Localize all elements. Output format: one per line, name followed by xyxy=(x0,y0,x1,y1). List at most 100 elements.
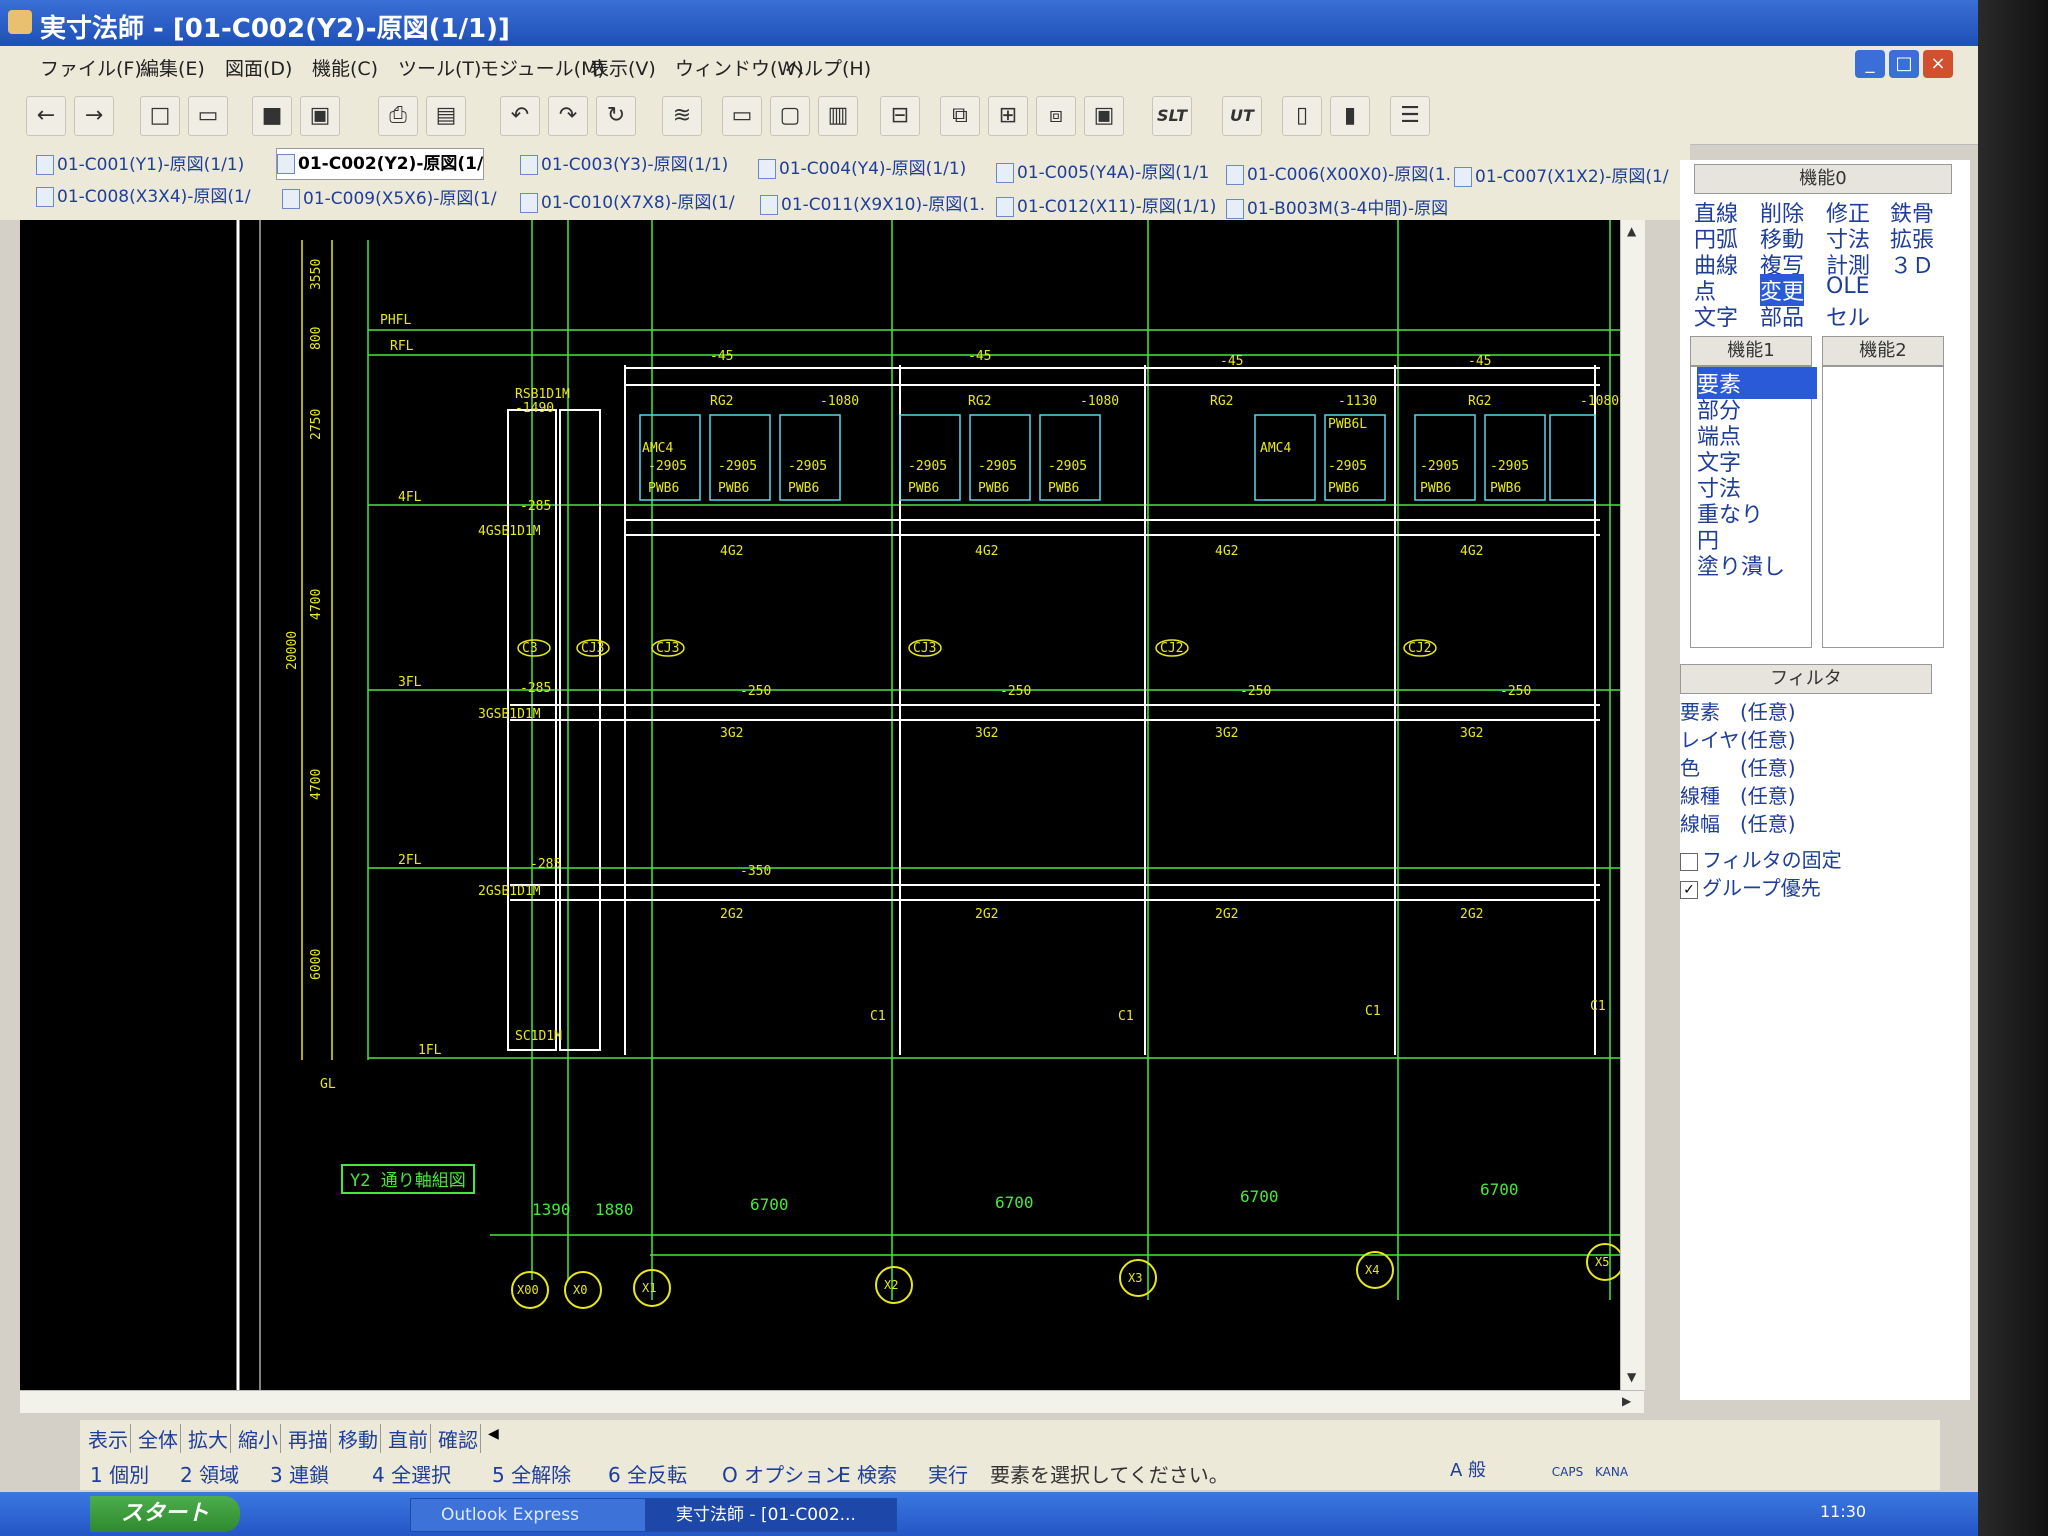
checkbox-icon xyxy=(1680,852,1698,871)
menu-drawing[interactable]: 図面(D) xyxy=(225,54,292,81)
menu-tool[interactable]: ツール(T) xyxy=(398,54,481,81)
menu-view[interactable]: 表示(V) xyxy=(590,54,656,81)
cmd-all[interactable]: 全体 xyxy=(136,1424,181,1453)
doc-tab[interactable]: 01-C010(X7X8)-原図(1/ xyxy=(520,188,735,218)
open-folder-icon[interactable]: ▭ xyxy=(188,96,228,136)
cmd-individual[interactable]: 1 個別 xyxy=(90,1459,149,1488)
back-arrow-icon[interactable]: ← xyxy=(26,96,66,136)
print-icon[interactable]: ⎙ xyxy=(378,96,418,136)
doc-tab[interactable]: 01-C005(Y4A)-原図(1/1 xyxy=(996,158,1209,188)
menu-edit[interactable]: 編集(E) xyxy=(140,54,205,81)
menu-function[interactable]: 機能(C) xyxy=(312,54,378,81)
close-icon[interactable]: × xyxy=(1923,50,1953,78)
view-command-bar: 表示 全体 拡大 縮小 再描 移動 直前 確認 ◀ xyxy=(80,1420,1940,1454)
settings-list-icon[interactable]: ☰ xyxy=(1390,96,1430,136)
cmd-deselect-all[interactable]: 5 全解除 xyxy=(492,1459,571,1488)
cmd-chain[interactable]: 3 連鎖 xyxy=(270,1459,329,1488)
doc-tab[interactable]: 01-C003(Y3)-原図(1/1) xyxy=(520,150,728,180)
door-open-icon[interactable]: ▯ xyxy=(1282,96,1322,136)
func-ole[interactable]: OLE xyxy=(1826,274,1869,299)
cmd-search[interactable]: E 検索 xyxy=(838,1459,897,1488)
window-icon-b[interactable]: ▥ xyxy=(818,96,858,136)
horizontal-scrollbar[interactable]: ▶ xyxy=(20,1390,1644,1413)
cmd-select-all[interactable]: 4 全選択 xyxy=(372,1459,451,1488)
func-cell[interactable]: セル xyxy=(1826,300,1870,332)
cmd-options[interactable]: O オプション xyxy=(722,1459,844,1488)
column-label: CJ2 xyxy=(1408,641,1431,656)
scroll-down-icon[interactable]: ▼ xyxy=(1627,1370,1636,1384)
align-icon[interactable]: ⊟ xyxy=(880,96,920,136)
forward-arrow-icon[interactable]: → xyxy=(74,96,114,136)
filter-row[interactable]: 線幅 (任意) xyxy=(1680,808,1930,836)
print-preview-icon[interactable]: ▤ xyxy=(426,96,466,136)
save-all-icon[interactable]: ▣ xyxy=(300,96,340,136)
tile-icon[interactable]: ⧉ xyxy=(940,96,980,136)
func-text[interactable]: 文字 xyxy=(1694,300,1738,332)
save-icon[interactable]: ■ xyxy=(252,96,292,136)
undo-icon[interactable]: ↶ xyxy=(500,96,540,136)
slt-button[interactable]: SLT xyxy=(1152,96,1192,136)
new-file-icon[interactable]: □ xyxy=(140,96,180,136)
list-item[interactable]: 塗り潰し xyxy=(1697,549,1785,581)
vertical-scrollbar[interactable]: ▲ ▼ xyxy=(1620,220,1645,1390)
group-priority-checkbox[interactable]: ✓ グループ優先 xyxy=(1680,872,1821,901)
doc-tab[interactable]: 01-C012(X11)-原図(1/1) xyxy=(996,192,1216,222)
door-exit-icon[interactable]: ▮ xyxy=(1330,96,1370,136)
cascade-icon[interactable]: ⧈ xyxy=(1036,96,1076,136)
cmd-redraw[interactable]: 再描 xyxy=(286,1424,331,1453)
func2-list[interactable] xyxy=(1822,366,1944,648)
doc-tab[interactable]: 01-C001(Y1)-原図(1/1) xyxy=(36,150,244,180)
repeat-icon[interactable]: ↻ xyxy=(596,96,636,136)
func1-list[interactable]: 要素 部分 端点 文字 寸法 重なり 円 塗り潰し xyxy=(1690,366,1817,648)
func-parts[interactable]: 部品 xyxy=(1760,300,1804,332)
menu-module[interactable]: モジュール(M) xyxy=(480,54,605,81)
grid-icon[interactable]: ⊞ xyxy=(988,96,1028,136)
redo-icon[interactable]: ↷ xyxy=(548,96,588,136)
member-label: PWB6 xyxy=(978,481,1009,496)
cad-drawing: PHFL RFL 4FL 3FL 2FL 1FL GL 3550 800 275… xyxy=(236,220,1620,1410)
layer-icon[interactable]: ≋ xyxy=(662,96,702,136)
column-label: C1 xyxy=(870,1009,886,1024)
window-icon-a[interactable]: ▢ xyxy=(770,96,810,136)
doc-tab[interactable]: 01-C009(X5X6)-原図(1/ xyxy=(282,184,497,214)
doc-tab-active[interactable]: 01-C002(Y2)-原図(1/ xyxy=(276,148,485,180)
maximize-icon[interactable]: □ xyxy=(1889,50,1919,78)
doc-tab[interactable]: 01-C004(Y4)-原図(1/1) xyxy=(758,154,966,184)
cmd-area[interactable]: 2 領域 xyxy=(180,1459,239,1488)
cmd-execute[interactable]: 実行 xyxy=(928,1459,968,1488)
filter-row[interactable]: 線種 (任意) xyxy=(1680,780,1930,808)
doc-tab[interactable]: 01-C007(X1X2)-原図(1/ xyxy=(1454,162,1669,192)
cmdbar-arrow-icon[interactable]: ◀ xyxy=(488,1426,499,1442)
member-label: -285 xyxy=(520,499,551,514)
minimize-icon[interactable]: _ xyxy=(1855,50,1885,78)
menu-help[interactable]: ヘルプ(H) xyxy=(785,54,871,81)
scroll-right-icon[interactable]: ▶ xyxy=(1622,1394,1631,1408)
filter-row[interactable]: 要素 (任意) xyxy=(1680,696,1930,724)
cmd-zoom-out[interactable]: 縮小 xyxy=(236,1424,281,1453)
ut-button[interactable]: UT xyxy=(1222,96,1262,136)
menu-file[interactable]: ファイル(F) xyxy=(40,54,142,81)
filter-row[interactable]: レイヤ(任意) xyxy=(1680,724,1930,752)
cmd-pan[interactable]: 移動 xyxy=(336,1424,381,1453)
start-button[interactable]: スタート xyxy=(90,1496,240,1532)
cmd-invert[interactable]: 6 全反転 xyxy=(608,1459,687,1488)
func-3d[interactable]: ３Ｄ xyxy=(1890,248,1934,280)
scroll-up-icon[interactable]: ▲ xyxy=(1627,224,1636,238)
cad-canvas[interactable]: PHFL RFL 4FL 3FL 2FL 1FL GL 3550 800 275… xyxy=(20,220,1620,1410)
beam-label: 3G2 xyxy=(720,726,743,741)
fix-filter-checkbox[interactable]: フィルタの固定 xyxy=(1680,844,1842,873)
cmd-previous[interactable]: 直前 xyxy=(386,1424,431,1453)
doc-tab[interactable]: 01-C006(X00X0)-原図(1. xyxy=(1226,160,1451,190)
ime-indicator[interactable]: A 般 xyxy=(1450,1460,1486,1481)
task-jissun[interactable]: 実寸法師 - [01-C002... xyxy=(645,1498,897,1532)
doc-tab[interactable]: 01-C011(X9X10)-原図(1. xyxy=(760,190,985,220)
filter-row[interactable]: 色 (任意) xyxy=(1680,752,1930,780)
cmd-zoom-in[interactable]: 拡大 xyxy=(186,1424,231,1453)
doc-tab[interactable]: 01-C008(X3X4)-原図(1/ xyxy=(36,182,251,212)
cmd-view[interactable]: 表示 xyxy=(86,1424,131,1453)
frame-icon[interactable]: ▣ xyxy=(1084,96,1124,136)
cmd-confirm[interactable]: 確認 xyxy=(436,1424,481,1453)
rect-select-icon[interactable]: ▭ xyxy=(722,96,762,136)
beam-label: 2G2 xyxy=(720,907,743,922)
task-outlook[interactable]: Outlook Express xyxy=(410,1498,662,1532)
